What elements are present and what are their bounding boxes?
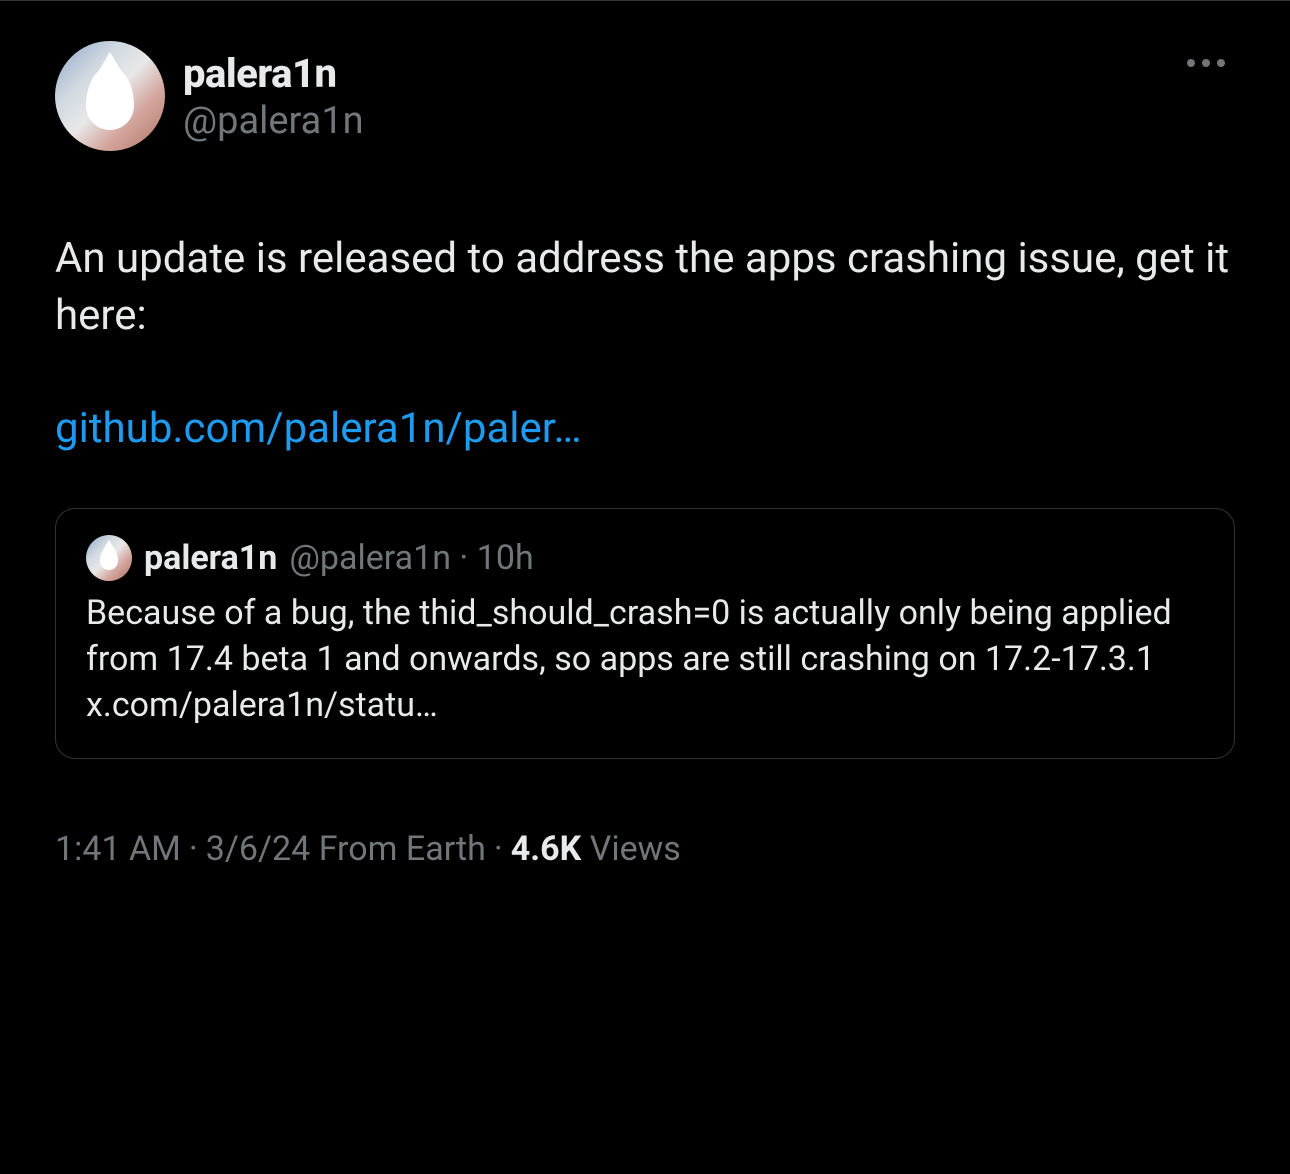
views-label[interactable]: Views [590, 829, 681, 869]
quoted-tweet[interactable]: palera1n @palera1n · 10h Because of a bu… [55, 508, 1235, 760]
meta-from: From Earth [319, 829, 486, 869]
author-names: palera1n @palera1n [183, 50, 364, 143]
quoted-header: palera1n @palera1n · 10h [86, 535, 1204, 581]
views-count[interactable]: 4.6K [511, 829, 582, 869]
avatar[interactable] [55, 41, 165, 151]
drop-icon [100, 546, 118, 570]
tweet-meta: 1:41 AM · 3/6/24 From Earth · 4.6K Views [55, 829, 1235, 869]
drop-icon [86, 66, 134, 130]
display-name[interactable]: palera1n [183, 50, 364, 97]
quoted-display-name: palera1n [144, 538, 277, 578]
meta-time[interactable]: 1:41 AM [55, 829, 181, 869]
quoted-avatar[interactable] [86, 535, 132, 581]
meta-date[interactable]: 3/6/24 [206, 829, 311, 869]
quoted-handle-time: @palera1n · 10h [289, 538, 533, 578]
more-options-icon[interactable] [1187, 41, 1235, 67]
tweet-link[interactable]: github.com/palera1n/paler… [55, 404, 582, 453]
tweet-text: An update is released to address the app… [55, 234, 1229, 340]
tweet-header: palera1n @palera1n [55, 41, 1235, 151]
quoted-text: Because of a bug, the thid_should_crash=… [86, 591, 1204, 729]
user-info[interactable]: palera1n @palera1n [55, 41, 364, 151]
handle[interactable]: @palera1n [183, 99, 364, 143]
tweet-body: An update is released to address the app… [55, 231, 1235, 458]
tweet-card: palera1n @palera1n An update is released… [0, 0, 1290, 899]
